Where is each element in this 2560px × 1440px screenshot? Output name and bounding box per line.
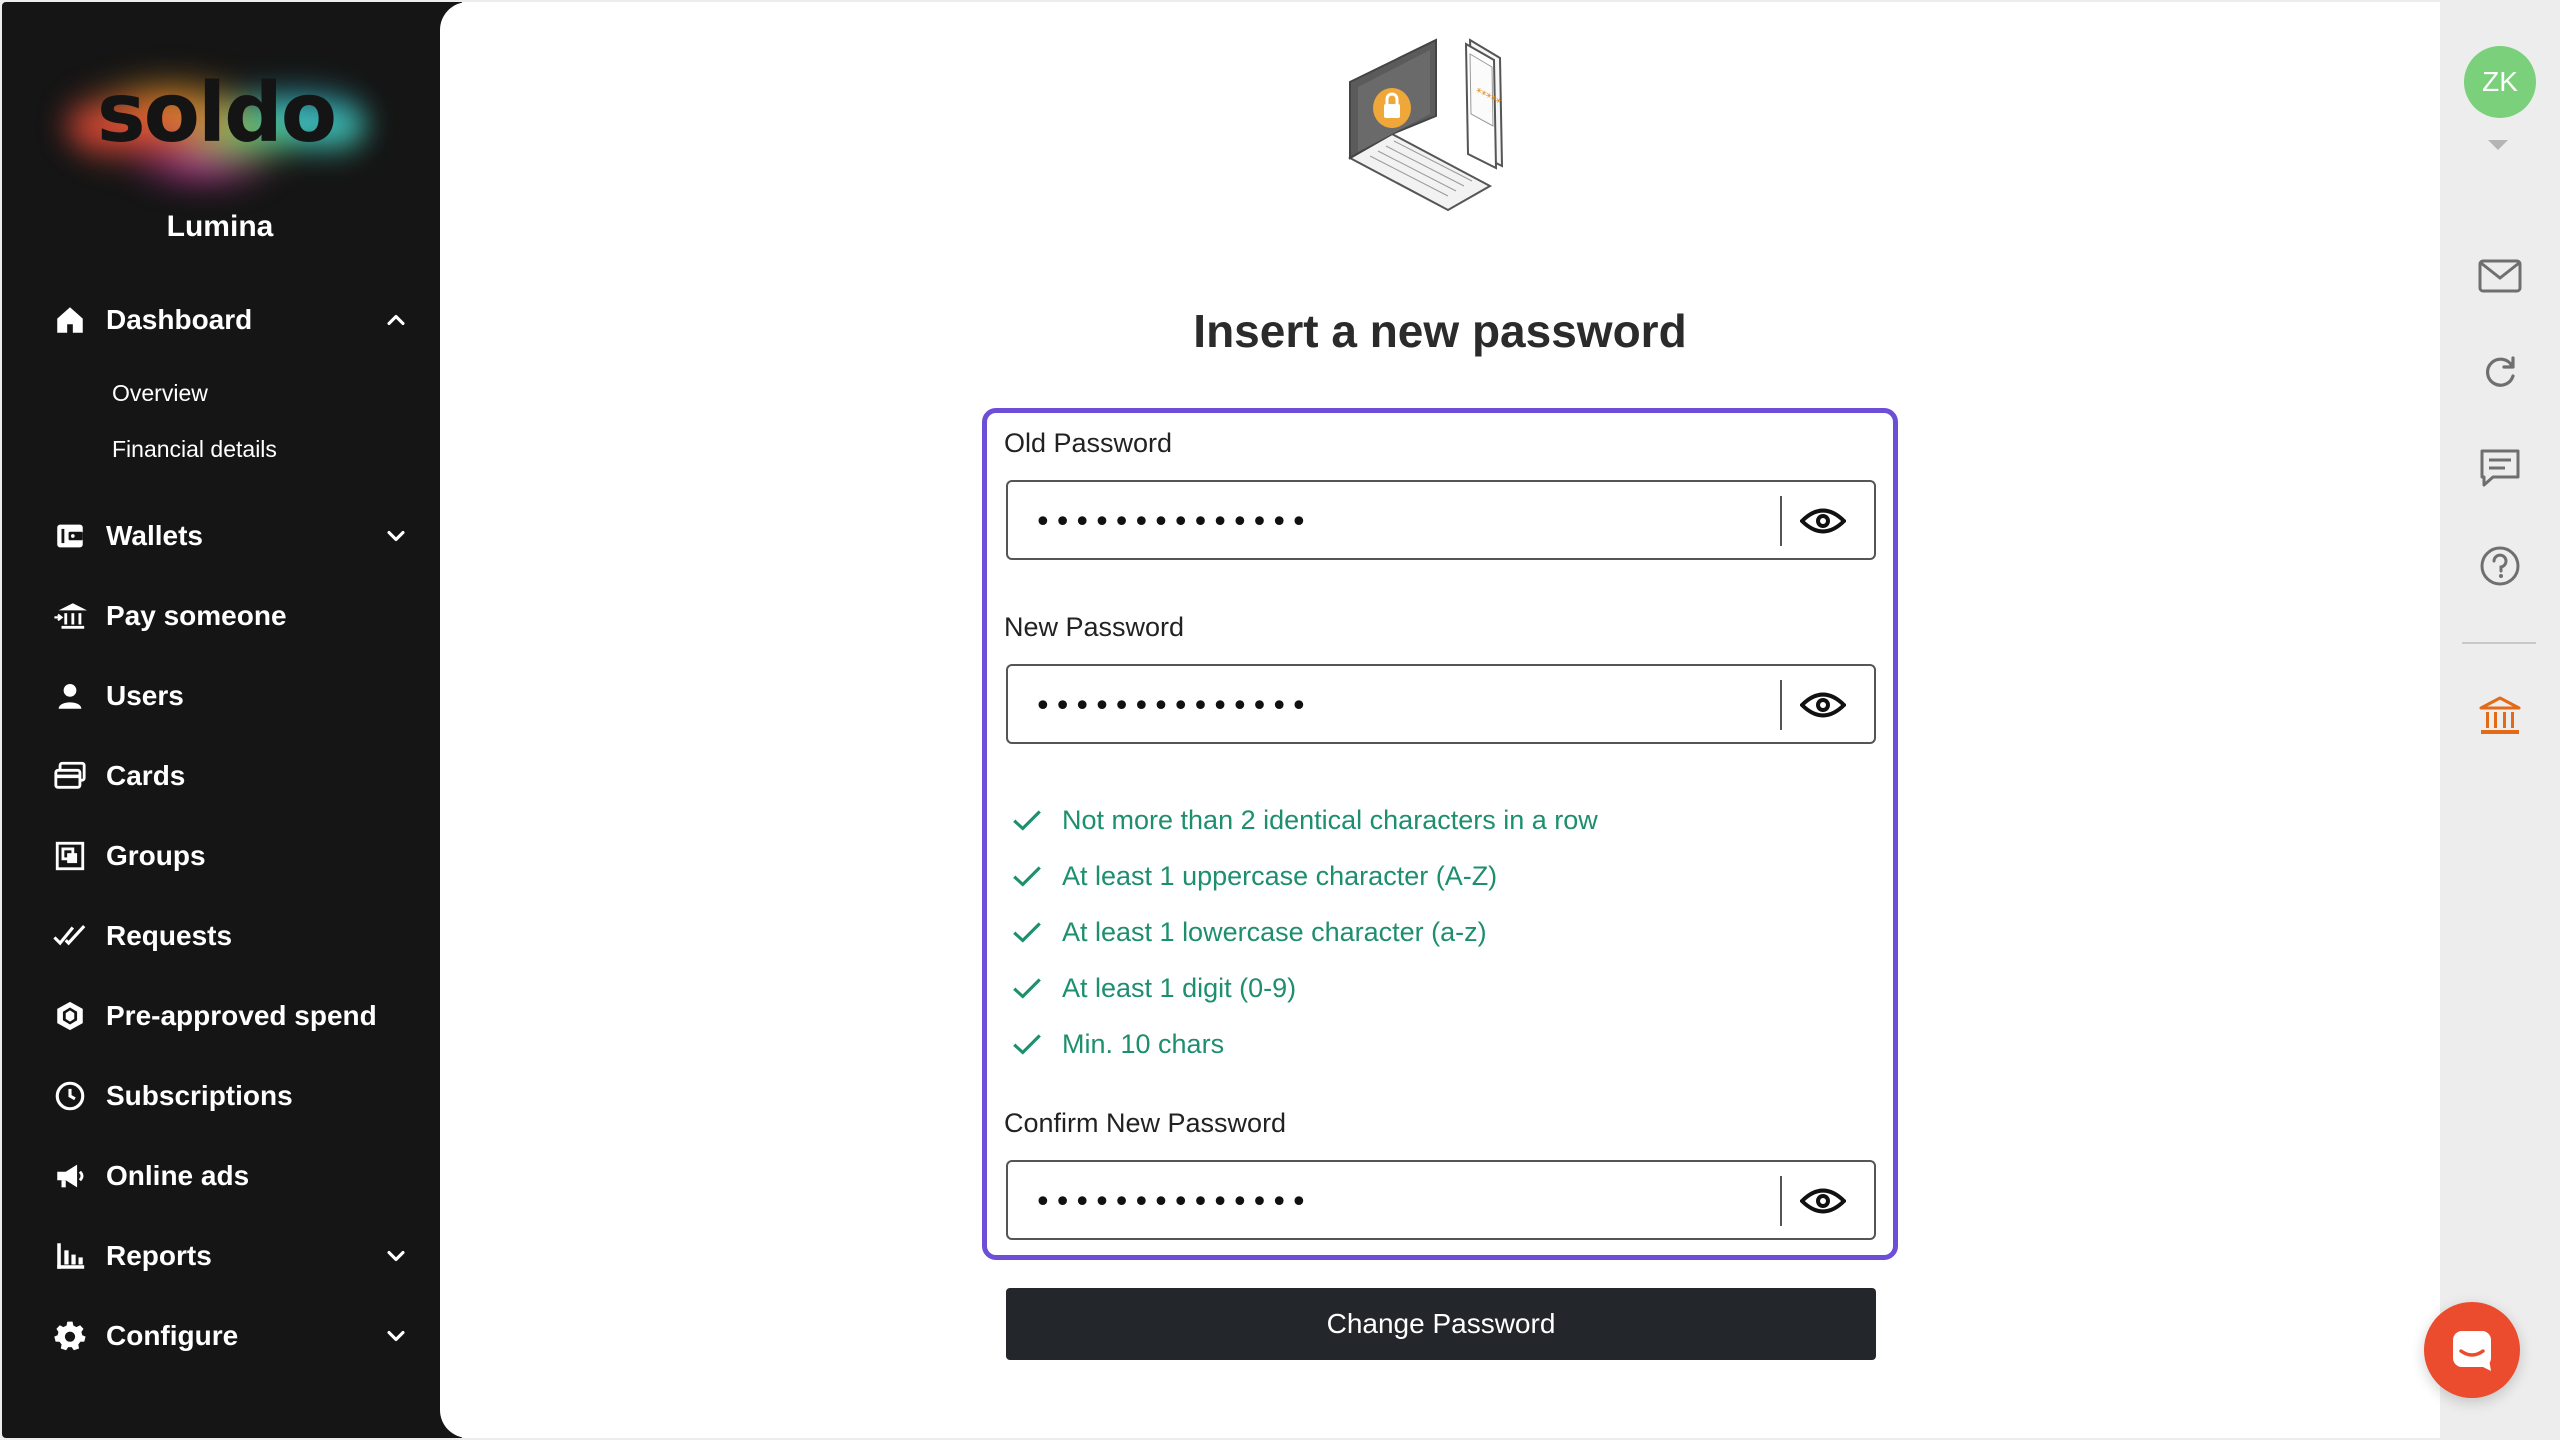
show-password-eye-icon[interactable] xyxy=(1798,1178,1848,1224)
confirm-password-field[interactable] xyxy=(1006,1160,1876,1240)
password-rule: At least 1 digit (0-9) xyxy=(1010,960,1598,1016)
cards-icon xyxy=(50,756,90,796)
nav-item-pay-someone[interactable]: Pay someone xyxy=(50,588,410,644)
confirm-password-label: Confirm New Password xyxy=(1004,1108,1287,1138)
nav-item-groups[interactable]: Groups xyxy=(50,828,410,884)
nav-item-online-ads[interactable]: Online ads xyxy=(50,1148,410,1204)
megaphone-icon xyxy=(50,1156,90,1196)
nav-label-online-ads: Online ads xyxy=(106,1160,250,1191)
groups-icon xyxy=(50,836,90,876)
check-icon xyxy=(1013,866,1041,887)
hexagon-icon xyxy=(50,996,90,1036)
old-password-field[interactable] xyxy=(1006,480,1876,560)
sidebar: soldo Lumina Dashboard Overview Financia… xyxy=(2,2,462,1438)
caret-down-icon[interactable] xyxy=(2488,140,2508,150)
nav-label-wallets: Wallets xyxy=(106,520,203,551)
laptop-phone-lock-illustration: ***** xyxy=(1347,38,1503,212)
new-password-input[interactable] xyxy=(1034,684,1774,728)
mail-icon[interactable] xyxy=(2476,252,2524,300)
show-password-eye-icon[interactable] xyxy=(1798,682,1848,728)
double-check-icon xyxy=(50,916,90,956)
old-password-input[interactable] xyxy=(1034,500,1774,544)
chevron-down-icon[interactable] xyxy=(382,1242,410,1270)
old-password-label: Old Password xyxy=(1004,428,1173,458)
field-divider xyxy=(1780,1176,1782,1226)
field-divider xyxy=(1780,680,1782,730)
chat-icon xyxy=(2453,1331,2491,1371)
refresh-icon[interactable] xyxy=(2476,348,2524,396)
bar-chart-icon xyxy=(50,1236,90,1276)
new-password-label: New Password xyxy=(1004,612,1185,642)
gear-icon xyxy=(50,1316,90,1356)
user-avatar[interactable]: ZK xyxy=(2464,46,2536,118)
nav-item-reports[interactable]: Reports xyxy=(50,1228,410,1284)
nav-label-pre-approved-spend: Pre-approved spend xyxy=(106,1000,377,1031)
nav-label-subscriptions: Subscriptions xyxy=(106,1080,293,1111)
chevron-down-icon[interactable] xyxy=(382,1322,410,1350)
password-rule: At least 1 lowercase character (a-z) xyxy=(1010,904,1598,960)
nav-label-pay-someone: Pay someone xyxy=(106,600,287,631)
rule-text: At least 1 digit (0-9) xyxy=(1062,972,1297,1003)
rail-divider xyxy=(2462,642,2536,644)
nav-label-configure: Configure xyxy=(106,1320,239,1351)
show-password-eye-icon[interactable] xyxy=(1798,498,1848,544)
rule-text: At least 1 lowercase character (a-z) xyxy=(1062,916,1487,947)
password-rules-list: Not more than 2 identical characters in … xyxy=(1010,792,1598,1072)
wallet-icon xyxy=(50,516,90,556)
clock-icon xyxy=(50,1076,90,1116)
field-divider xyxy=(1780,496,1782,546)
confirm-password-input[interactable] xyxy=(1034,1180,1774,1224)
bank-transfer-icon xyxy=(50,596,90,636)
page-title: Insert a new password xyxy=(1193,305,1687,357)
password-rule: Min. 10 chars xyxy=(1010,1016,1598,1072)
nav-item-requests[interactable]: Requests xyxy=(50,908,410,964)
nav-subitem-overview[interactable]: Overview xyxy=(112,380,208,407)
support-chat-button[interactable] xyxy=(2424,1302,2520,1398)
rule-text: Min. 10 chars xyxy=(1062,1028,1225,1059)
help-icon[interactable] xyxy=(2476,542,2524,590)
rule-text: At least 1 uppercase character (A-Z) xyxy=(1062,860,1498,891)
check-icon xyxy=(1013,1034,1041,1055)
change-password-button[interactable]: Change Password xyxy=(1006,1288,1876,1360)
password-rule: Not more than 2 identical characters in … xyxy=(1010,792,1598,848)
nav-label-users: Users xyxy=(106,680,184,711)
nav-item-wallets[interactable]: Wallets xyxy=(50,508,410,564)
nav-subitem-financial-details[interactable]: Financial details xyxy=(112,436,277,463)
rule-text: Not more than 2 identical characters in … xyxy=(1062,804,1598,835)
right-rail: ZK xyxy=(2440,2,2558,1438)
nav-item-cards[interactable]: Cards xyxy=(50,748,410,804)
password-rule: At least 1 uppercase character (A-Z) xyxy=(1010,848,1598,904)
soldo-logo[interactable]: soldo xyxy=(66,58,366,188)
nav-label-reports: Reports xyxy=(106,1240,212,1271)
logo-text: soldo xyxy=(96,66,337,161)
user-icon xyxy=(50,676,90,716)
new-password-field[interactable] xyxy=(1006,664,1876,744)
check-icon xyxy=(1013,978,1041,999)
check-icon xyxy=(1013,810,1041,831)
nav-label-requests: Requests xyxy=(106,920,233,951)
nav-label-cards: Cards xyxy=(106,760,186,791)
chevron-down-icon[interactable] xyxy=(382,522,410,550)
nav-item-subscriptions[interactable]: Subscriptions xyxy=(50,1068,410,1124)
organization-name: Lumina xyxy=(166,210,274,243)
nav-label-groups: Groups xyxy=(106,840,206,871)
nav-item-configure[interactable]: Configure xyxy=(50,1308,410,1364)
check-icon xyxy=(1013,922,1041,943)
comment-icon[interactable] xyxy=(2476,444,2524,492)
bank-icon[interactable] xyxy=(2476,692,2524,740)
nav-item-pre-approved-spend[interactable]: Pre-approved spend xyxy=(50,988,410,1044)
nav-item-users[interactable]: Users xyxy=(50,668,410,724)
